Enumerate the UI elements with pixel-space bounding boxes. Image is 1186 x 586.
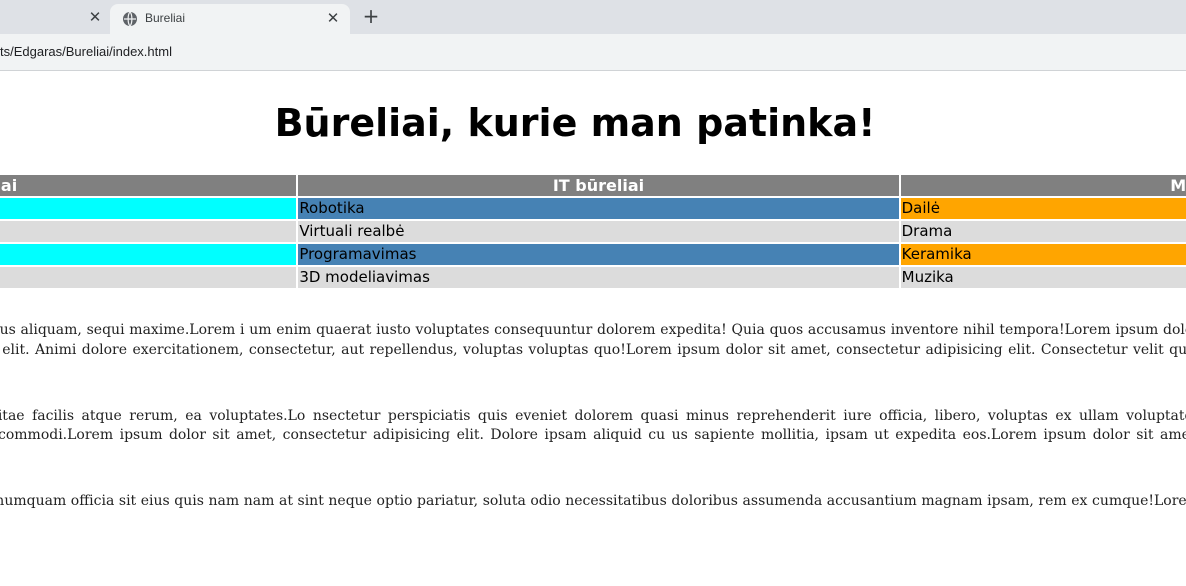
close-icon[interactable]: ✕ xyxy=(86,8,104,26)
url-text[interactable]: ts/Edgaras/Bureliai/index.html xyxy=(0,44,172,59)
new-tab-button[interactable]: + xyxy=(360,5,382,27)
table-cell: Keramika xyxy=(900,244,1186,265)
table-header-cell: Men xyxy=(900,175,1186,196)
browser-tab[interactable]: ✕ xyxy=(0,0,110,34)
clubs-table: eliai IT būreliai Men Robotika Dailė Vir… xyxy=(0,175,1186,290)
table-header-cell: IT būreliai xyxy=(298,175,899,196)
table-header-cell: eliai xyxy=(0,175,297,196)
address-bar[interactable]: ts/Edgaras/Bureliai/index.html xyxy=(0,34,1186,71)
table-cell: Programavimas xyxy=(298,244,899,265)
table-cell xyxy=(0,267,297,288)
paragraph: it. Sed repudiandae iste praesentium nam… xyxy=(0,322,1186,358)
text-section: it. Sed repudiandae iste praesentium nam… xyxy=(0,321,1186,558)
browser-tab-bar: ✕ Bureliai ✕ + xyxy=(0,0,1186,34)
globe-icon xyxy=(123,11,137,27)
table-cell: Robotika xyxy=(298,198,899,219)
table-cell: 3D modeliavimas xyxy=(298,267,899,288)
table-header-row: eliai IT būreliai Men xyxy=(0,175,1186,198)
browser-tab-active[interactable]: Bureliai ✕ xyxy=(110,4,350,34)
table-row: Programavimas Keramika xyxy=(0,244,1186,267)
page-title: Būreliai, kurie man patinka! xyxy=(274,101,876,145)
table-cell xyxy=(0,221,297,242)
table-row: Virtuali realbė Drama xyxy=(0,221,1186,244)
paragraph: it. Perferendis quasi iste in obcaecati … xyxy=(0,493,1186,509)
table-row: Robotika Dailė xyxy=(0,198,1186,221)
plus-icon: + xyxy=(362,4,380,28)
table-cell xyxy=(0,244,297,265)
tab-title: Bureliai xyxy=(145,11,186,25)
table-cell: Drama xyxy=(900,221,1186,242)
table-cell: Muzika xyxy=(900,267,1186,288)
page-viewport: Būreliai, kurie man patinka! eliai IT bū… xyxy=(0,71,1186,586)
table-cell xyxy=(0,198,297,219)
table-cell: Virtuali realbė xyxy=(298,221,899,242)
table-cell: Dailė xyxy=(900,198,1186,219)
table-row: 3D modeliavimas Muzika xyxy=(0,267,1186,290)
close-icon[interactable]: ✕ xyxy=(324,9,342,27)
paragraph: it. Vel, autem eligendi! Nulla iure, vol… xyxy=(0,407,1186,444)
